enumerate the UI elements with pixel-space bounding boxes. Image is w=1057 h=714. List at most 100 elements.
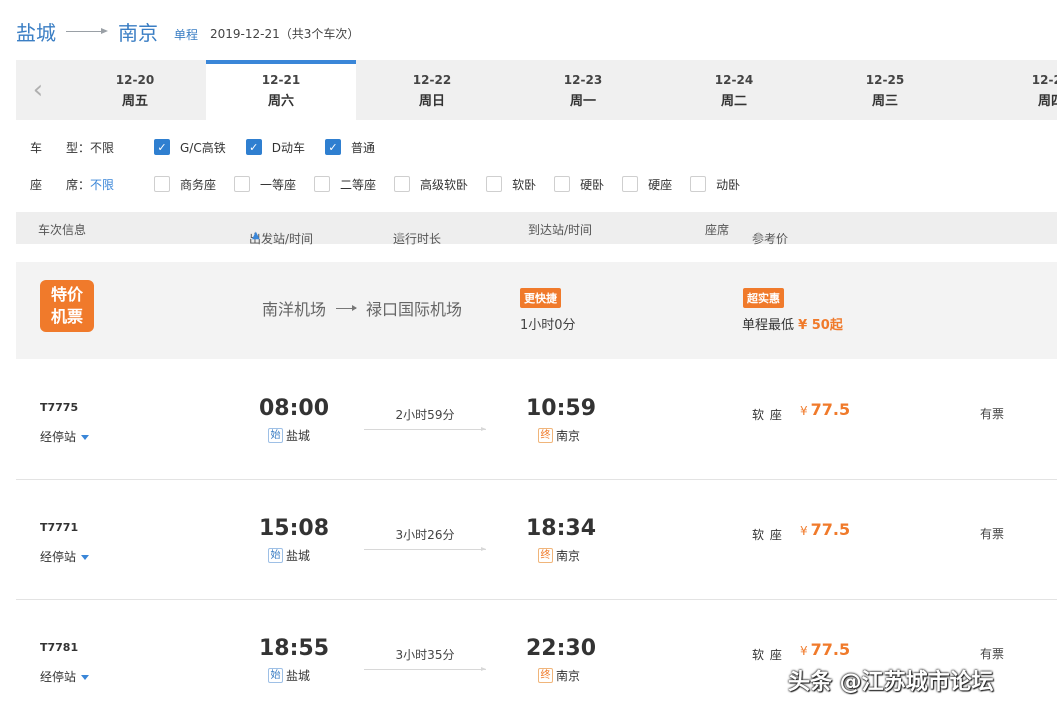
train-code[interactable]: T7775 — [40, 401, 78, 414]
ticket-availability: 有票 — [980, 527, 1005, 541]
stops-dropdown[interactable]: 经停站 — [40, 428, 90, 445]
option-regular[interactable]: ✓ 普通 — [324, 139, 375, 156]
duration: 3小时35分 — [364, 646, 486, 671]
checkbox-icon[interactable] — [154, 176, 170, 192]
train-code[interactable]: T7771 — [40, 521, 78, 534]
checkbox-icon[interactable] — [622, 176, 639, 192]
column-seat: 座席 — [705, 223, 730, 237]
origin-mark-icon: 始 — [268, 548, 283, 563]
arrival-time: 10:59 — [526, 396, 597, 421]
seat-class: 软 座 — [752, 528, 783, 542]
arrival-station: 终南京 — [538, 547, 580, 564]
date-tab-0[interactable]: 12-20 周五 — [60, 60, 210, 120]
option-label: 高级软卧 — [420, 177, 469, 192]
option-label: 商务座 — [180, 177, 217, 192]
promo-price-value: ¥ 50起 — [798, 318, 843, 333]
arrow-right-icon — [336, 304, 358, 311]
train-row[interactable]: T7775 经停站 08:00 始盐城 2小时59分 10:59 终南京 软 座… — [16, 360, 1057, 480]
promo-route: 南洋机场 禄口国际机场 — [262, 296, 462, 320]
chevron-left-icon[interactable]: ‹ — [16, 60, 60, 120]
date-tab-weekday: 周二 — [720, 94, 747, 109]
date-tab-1[interactable]: 12-21 周六 — [206, 60, 356, 120]
date-tab-date: 12-25 — [865, 73, 905, 87]
date-tab-2[interactable]: 12-22 周日 — [357, 60, 507, 120]
checkbox-icon[interactable] — [314, 176, 331, 192]
price-value: 77.5 — [810, 640, 851, 659]
option-d-emu[interactable]: ✓ D动车 — [245, 139, 305, 156]
option-soft-sleeper[interactable]: 软卧 — [486, 176, 536, 193]
checkbox-icon[interactable] — [690, 176, 707, 192]
option-first-class[interactable]: 一等座 — [234, 176, 296, 193]
checkbox-icon[interactable] — [234, 176, 251, 192]
origin-city[interactable]: 盐城 — [16, 17, 56, 46]
checkbox-icon[interactable] — [486, 176, 503, 192]
ticket-availability: 有票 — [980, 647, 1005, 661]
option-hard-seat[interactable]: 硬座 — [622, 176, 672, 193]
promo-from-airport: 南洋机场 — [262, 300, 327, 319]
option-business[interactable]: 商务座 — [154, 176, 216, 193]
date-tab-weekday: 周日 — [418, 94, 445, 109]
checkbox-checked-icon[interactable]: ✓ — [245, 139, 262, 155]
stops-dropdown[interactable]: 经停站 — [40, 668, 90, 685]
ticket-availability: 有票 — [980, 407, 1005, 421]
badge-line: 特价 — [50, 285, 83, 304]
option-label: D动车 — [271, 140, 305, 155]
results-table-header: 车次信息 出发站/时间 ▲ 运行时长 ▲ 到达站/时间 座席 参考价 ▲ — [16, 212, 1057, 246]
checkbox-icon[interactable] — [394, 176, 411, 192]
train-type-filter: 车 型： 不限 ✓ G/C高铁 ✓ D动车 ✓ 普通 — [16, 137, 393, 157]
currency-symbol: ¥ — [800, 524, 808, 538]
checkbox-checked-icon[interactable]: ✓ — [324, 139, 341, 155]
promo-price-prefix: 单程最低 — [742, 318, 795, 333]
train-row[interactable]: T7781 经停站 18:55 始盐城 3小时35分 22:30 终南京 软 座… — [16, 600, 1057, 714]
option-gc-highspeed[interactable]: ✓ G/C高铁 — [154, 139, 226, 156]
option-second-class[interactable]: 二等座 — [314, 176, 376, 193]
date-tab-weekday: 周四 — [1037, 94, 1057, 109]
stops-label: 经停站 — [40, 550, 77, 564]
route-header: 盐城 南京 单程 2019-12-21（共3个车次） — [16, 16, 359, 46]
option-deluxe-soft-sleeper[interactable]: 高级软卧 — [394, 176, 468, 193]
column-arrive: 到达站/时间 — [528, 223, 593, 237]
deal-tag: 超实惠 — [743, 288, 784, 308]
train-code[interactable]: T7781 — [40, 641, 78, 654]
column-train-info: 车次信息 — [38, 223, 87, 237]
date-tab-date: 12-24 — [714, 73, 754, 87]
station-name: 盐城 — [286, 669, 311, 683]
faster-tag: 更快捷 — [520, 288, 561, 308]
stops-dropdown[interactable]: 经停站 — [40, 548, 90, 565]
departure-station: 始盐城 — [268, 667, 310, 684]
badge-line: 机票 — [50, 307, 83, 326]
option-label: 普通 — [350, 140, 375, 155]
option-hard-sleeper[interactable]: 硬卧 — [554, 176, 604, 193]
duration-arrow-icon — [364, 427, 486, 431]
terminus-mark-icon: 终 — [538, 668, 553, 683]
date-tab-4[interactable]: 12-24 周二 — [659, 60, 809, 120]
flight-promo-banner[interactable]: 特价 机票 南洋机场 禄口国际机场 更快捷 1小时0分 超实惠 单程最低 ¥ 5… — [16, 262, 1057, 359]
date-tab-6[interactable]: 12-26 周四 — [961, 60, 1057, 120]
caret-down-icon — [81, 675, 90, 680]
checkbox-checked-icon[interactable]: ✓ — [154, 139, 170, 155]
destination-city[interactable]: 南京 — [118, 17, 158, 46]
date-tab-3[interactable]: 12-23 周一 — [508, 60, 658, 120]
station-name: 盐城 — [286, 549, 311, 563]
date-tab-date: 12-20 — [115, 73, 155, 87]
seat-type-any[interactable]: 不限 — [90, 176, 154, 193]
departure-time: 08:00 — [259, 396, 330, 421]
train-type-any[interactable]: 不限 — [90, 139, 154, 156]
option-label: 二等座 — [340, 177, 377, 192]
date-tab-date: 12-21 — [261, 73, 301, 87]
departure-station: 始盐城 — [268, 427, 310, 444]
arrival-time: 22:30 — [526, 636, 597, 661]
route-arrow-icon — [66, 25, 108, 37]
stops-label: 经停站 — [40, 430, 77, 444]
trip-type[interactable]: 单程 — [174, 26, 198, 43]
duration-text: 2小时59分 — [395, 408, 455, 422]
departure-time: 18:55 — [259, 636, 330, 661]
currency-symbol: ¥ — [800, 404, 808, 418]
checkbox-icon[interactable] — [554, 176, 571, 192]
option-emu-sleeper[interactable]: 动卧 — [690, 176, 740, 193]
train-row[interactable]: T7771 经停站 15:08 始盐城 3小时26分 18:34 终南京 软 座… — [16, 480, 1057, 600]
date-tab-weekday: 周三 — [871, 94, 898, 109]
duration-text: 3小时26分 — [395, 528, 455, 542]
ticket-price: ¥77.5 — [800, 400, 850, 419]
date-tab-5[interactable]: 12-25 周三 — [810, 60, 960, 120]
